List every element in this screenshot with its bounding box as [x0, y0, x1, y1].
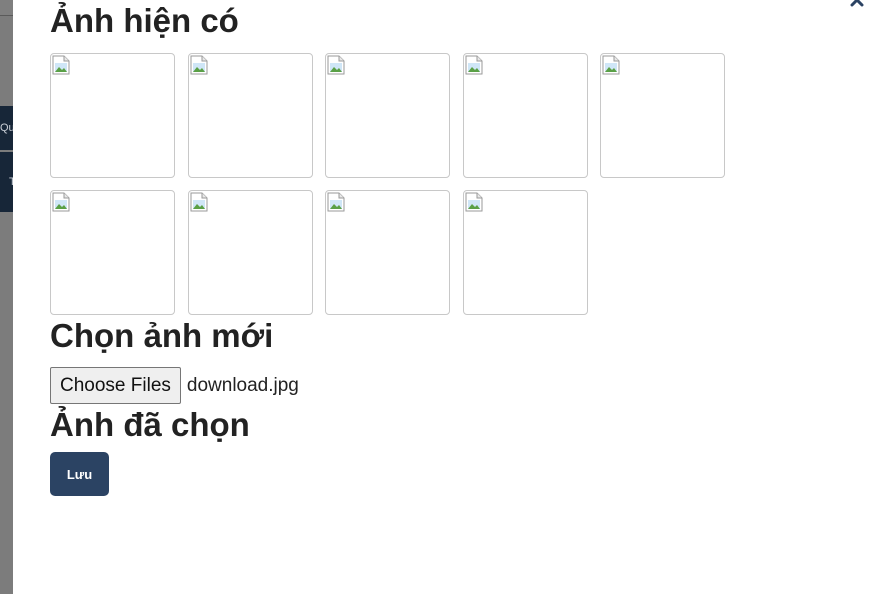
- existing-image-thumbnail[interactable]: [463, 53, 588, 178]
- backdrop-top-bar: [0, 0, 13, 16]
- existing-image-thumbnail[interactable]: [188, 190, 313, 315]
- existing-images-heading: Ảnh hiện có: [50, 2, 239, 39]
- selected-images-heading: Ảnh đã chọn: [50, 406, 250, 443]
- save-button[interactable]: Lưu: [50, 452, 109, 496]
- broken-image-icon: [465, 55, 483, 75]
- existing-image-thumbnail[interactable]: [50, 190, 175, 315]
- backdrop-nav-item: T: [0, 152, 13, 212]
- existing-image-thumbnail[interactable]: [188, 53, 313, 178]
- existing-image-thumbnail[interactable]: [50, 53, 175, 178]
- page-backdrop: Qu T: [0, 0, 13, 594]
- broken-image-icon: [190, 55, 208, 75]
- existing-image-thumbnail[interactable]: [325, 53, 450, 178]
- backdrop-nav-item: Qu: [0, 106, 13, 150]
- existing-image-thumbnail[interactable]: [463, 190, 588, 315]
- file-input: Choose Files download.jpg: [50, 367, 299, 404]
- close-icon[interactable]: [849, 0, 865, 8]
- broken-image-icon: [52, 55, 70, 75]
- broken-image-icon: [327, 55, 345, 75]
- existing-image-thumbnail[interactable]: [600, 53, 725, 178]
- edit-images-modal: Ảnh hiện có Chọn ảnh mới Choose Files do…: [13, 0, 887, 594]
- selected-file-name: download.jpg: [186, 374, 299, 396]
- choose-files-button[interactable]: Choose Files: [50, 367, 181, 404]
- broken-image-icon: [327, 192, 345, 212]
- broken-image-icon: [52, 192, 70, 212]
- broken-image-icon: [602, 55, 620, 75]
- existing-image-thumbnail[interactable]: [325, 190, 450, 315]
- choose-new-images-heading: Chọn ảnh mới: [50, 317, 274, 354]
- broken-image-icon: [465, 192, 483, 212]
- broken-image-icon: [190, 192, 208, 212]
